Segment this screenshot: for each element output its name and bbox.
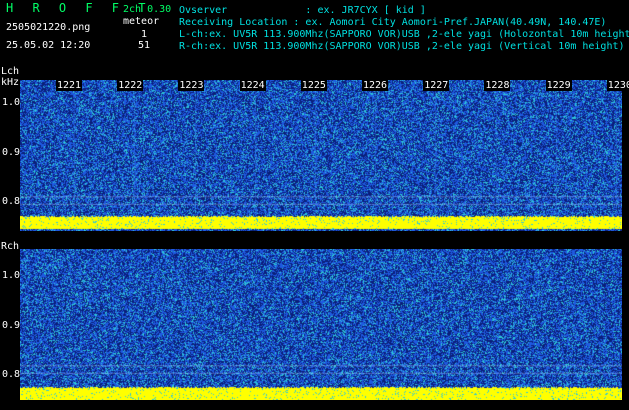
lch-ytick-0.8: 0.8	[2, 196, 21, 207]
lch-time-tick: 1226	[362, 80, 389, 91]
lch-time-tick: 1227	[423, 80, 450, 91]
rch-spectrogram	[20, 249, 622, 400]
lch-time-tick: 1225	[300, 80, 327, 91]
lch-ytick-0.9: 0.9	[2, 147, 21, 158]
mode-label: 2ch 0.30	[123, 4, 172, 15]
datetime-label: 25.05.02 12:20	[6, 40, 91, 51]
lch-time-tick: 1230	[606, 80, 629, 91]
observer-line: Ovserver : ex. JR7CYX [ kid ]	[179, 5, 426, 16]
lch-time-tick: 1224	[239, 80, 266, 91]
lch-time-tick: 1228	[484, 80, 511, 91]
rch-channel-label: Rch	[1, 241, 20, 252]
rch-meteor-count: 51	[138, 40, 151, 51]
location-line: Receiving Location : ex. Aomori City Aom…	[179, 17, 607, 28]
rch-ytick-0.9: 0.9	[2, 320, 21, 331]
rch-ytick-1.0: 1.0	[2, 270, 21, 281]
meteor-label: meteor	[123, 16, 160, 27]
lch-ytick-1.0: 1.0	[2, 97, 21, 108]
lch-time-tick: 1223	[178, 80, 205, 91]
lch-time-tick: 1229	[545, 80, 572, 91]
filename-label: 2505021220.png	[6, 22, 91, 33]
rch-ytick-0.8: 0.8	[2, 369, 21, 380]
lch-unit-label: kHz	[1, 77, 20, 88]
rch-description-line: R-ch:ex. UV5R 113.900Mhz(SAPPORO VOR)USB…	[179, 41, 625, 52]
lch-time-tick: 1222	[117, 80, 144, 91]
lch-time-tick: 1221	[56, 80, 83, 91]
lch-description-line: L-ch:ex. UV5R 113.900Mhz(SAPPORO VOR)USB…	[179, 29, 629, 40]
lch-channel-label: Lch	[1, 66, 20, 77]
lch-spectrogram	[20, 80, 622, 231]
